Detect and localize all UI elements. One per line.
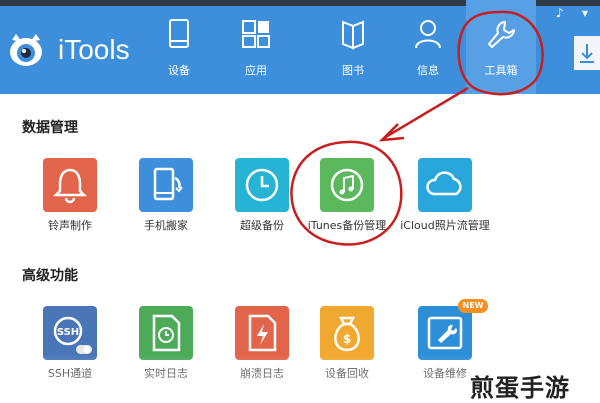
nav-toolbox[interactable]: 工具箱 bbox=[466, 0, 536, 94]
tool-realtime-log[interactable] bbox=[139, 306, 193, 360]
itools-logo-icon bbox=[10, 34, 42, 66]
nav-books[interactable]: 图书 bbox=[318, 0, 388, 94]
cloud-icon bbox=[426, 171, 462, 196]
money-bag-icon: $ bbox=[334, 316, 360, 352]
nav-info[interactable]: 信息 bbox=[393, 0, 463, 94]
nav-label: 应用 bbox=[245, 64, 267, 77]
nav-device[interactable]: 设备 bbox=[144, 0, 214, 94]
music-note-icon[interactable]: ♪ bbox=[556, 6, 564, 20]
tool-label: iCloud照片流管理 bbox=[400, 219, 490, 232]
new-badge: NEW bbox=[458, 299, 488, 313]
bell-icon bbox=[52, 168, 88, 204]
watermark: 煎蛋手游 bbox=[470, 374, 570, 402]
tool-crash-log[interactable] bbox=[235, 306, 289, 360]
document-clock-icon bbox=[152, 314, 181, 352]
ssh-icon: SSH bbox=[53, 316, 92, 354]
download-button[interactable] bbox=[574, 36, 600, 70]
tool-device-repair[interactable] bbox=[418, 306, 472, 360]
tool-label: iTunes备份管理 bbox=[307, 219, 387, 232]
svg-text:SSH: SSH bbox=[57, 327, 79, 338]
app-name: iTools bbox=[58, 34, 130, 65]
tool-label: 手机搬家 bbox=[144, 219, 188, 232]
tool-super-backup[interactable] bbox=[235, 158, 289, 212]
nav-label: 图书 bbox=[342, 64, 364, 77]
nav-label: 信息 bbox=[417, 64, 439, 77]
nav-apps[interactable]: 应用 bbox=[221, 0, 291, 94]
tool-ssh-tunnel[interactable]: SSH bbox=[43, 306, 97, 360]
app-logo: iTools bbox=[6, 28, 146, 72]
clock-icon bbox=[245, 168, 279, 202]
tool-icloud-photostream[interactable] bbox=[418, 158, 472, 212]
tool-label: 铃声制作 bbox=[48, 219, 92, 232]
book-icon bbox=[342, 20, 364, 50]
nav-label: 设备 bbox=[168, 64, 190, 77]
section-title-advanced: 高级功能 bbox=[22, 268, 78, 284]
nav-label: 工具箱 bbox=[484, 64, 518, 77]
download-icon bbox=[580, 44, 594, 63]
document-bolt-icon bbox=[248, 314, 277, 352]
phone-transfer-icon bbox=[153, 167, 183, 201]
tool-label: 设备回收 bbox=[325, 367, 369, 380]
tool-ringtone-maker[interactable] bbox=[43, 158, 97, 212]
annotation-arrow bbox=[383, 86, 469, 140]
minimize-icon[interactable]: ▾ bbox=[582, 6, 588, 20]
top-navigation-bar: iTools 设备 应用 图书 信息 工具箱 ♪ ▾ bbox=[0, 0, 600, 94]
apps-grid-icon bbox=[242, 20, 270, 48]
tool-device-recycle[interactable]: $ bbox=[320, 306, 374, 360]
tool-label: SSH通道 bbox=[47, 367, 93, 380]
tablet-icon bbox=[169, 19, 189, 48]
svg-text:$: $ bbox=[343, 332, 351, 346]
music-note-icon bbox=[330, 168, 364, 202]
tool-itunes-backup[interactable] bbox=[320, 158, 374, 212]
section-title-data-management: 数据管理 bbox=[22, 120, 78, 136]
annotation-arrowhead bbox=[378, 123, 405, 142]
tool-phone-transfer[interactable] bbox=[139, 158, 193, 212]
tool-label: 实时日志 bbox=[144, 367, 188, 380]
wrench-icon bbox=[488, 21, 515, 48]
tablet-wrench-icon bbox=[427, 316, 463, 350]
user-icon bbox=[415, 20, 441, 49]
